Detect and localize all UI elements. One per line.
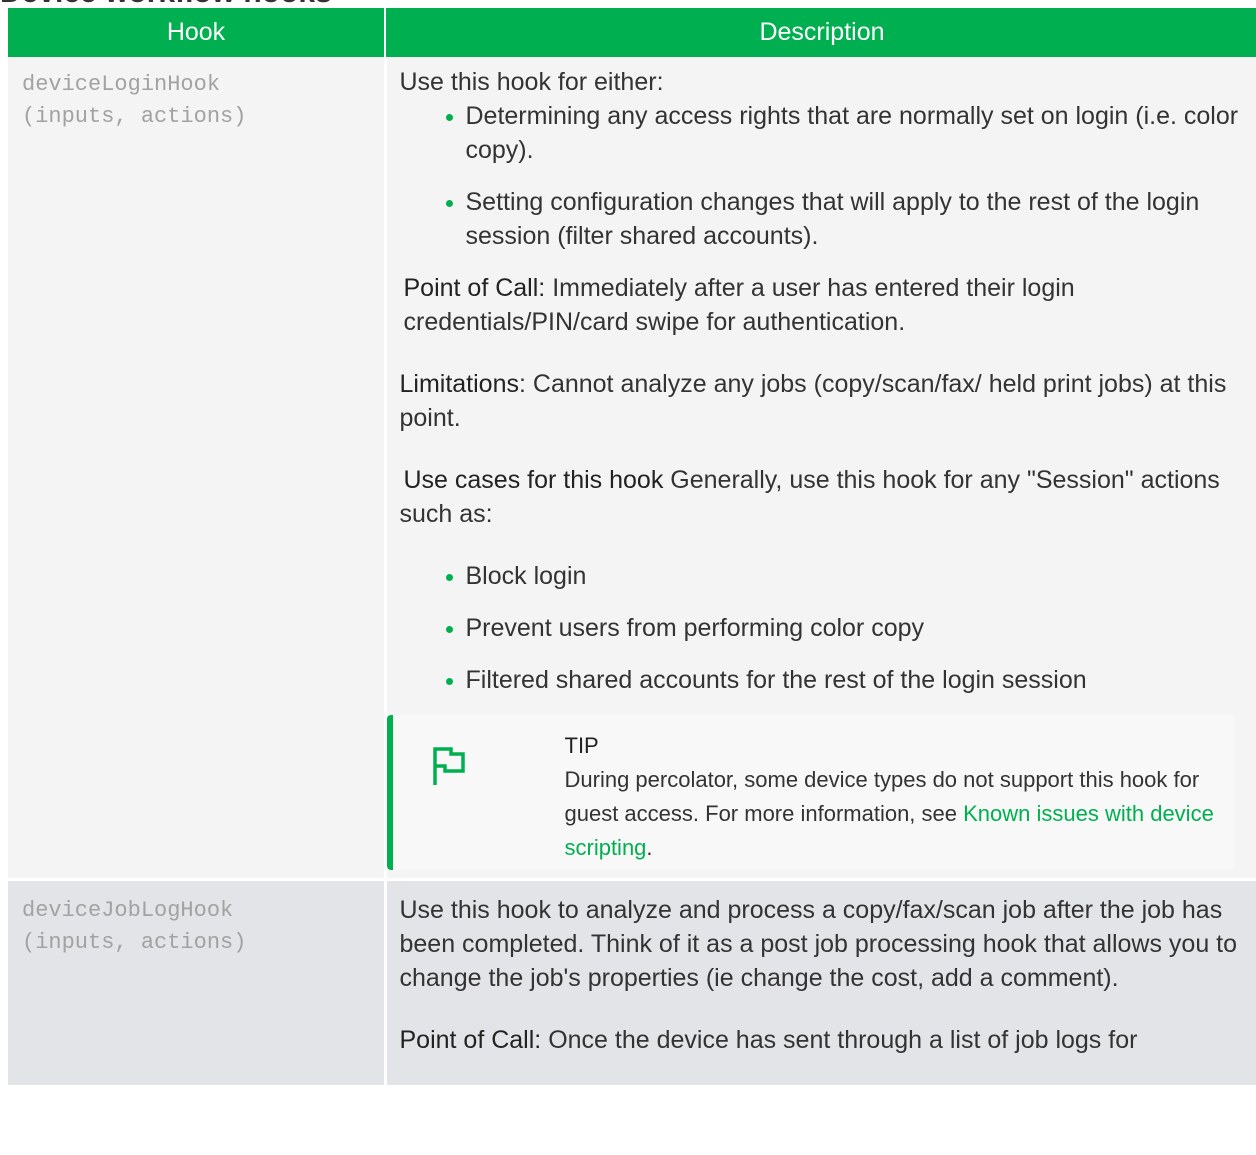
hook-params: (inputs, actions) — [22, 104, 247, 129]
hook-name: deviceLoginHook — [22, 72, 221, 97]
section-heading: Device workflow hooks — [0, 0, 600, 8]
bullet-icon — [445, 678, 453, 685]
list-item: Prevent users from performing color copy — [445, 611, 1251, 645]
tip-callout: TIP During percolator, some device types… — [386, 715, 1234, 870]
list-item: Setting configuration changes that will … — [445, 185, 1251, 253]
table-header-row: Hook Description — [8, 8, 1256, 57]
list-item: Determining any access rights that are n… — [445, 99, 1251, 167]
tip-body: TIP During percolator, some device types… — [565, 729, 1225, 865]
hook-name: deviceJobLogHook — [22, 898, 234, 923]
flag-icon — [432, 747, 465, 785]
bullet-icon — [445, 114, 453, 121]
tip-title: TIP — [564, 733, 599, 758]
table-row: deviceLoginHook (inputs, actions) Use th… — [8, 57, 1256, 881]
column-header-description: Description — [384, 8, 1256, 57]
bullet-icon — [445, 200, 453, 207]
list-item: Block login — [445, 559, 1251, 593]
use-cases: Use cases for this hook Generally, use t… — [399, 466, 1220, 528]
list-item: Filtered shared accounts for the rest of… — [445, 663, 1251, 697]
access-bullet-list: Determining any access rights that are n… — [400, 99, 1251, 253]
table-row: deviceJobLogHook (inputs, actions) Use t… — [8, 879, 1256, 1085]
use-case-bullet-list: Block login Prevent users from performin… — [400, 559, 1251, 697]
point-of-call: Point of Call: Immediately after a user … — [403, 274, 1075, 336]
hook-params: (inputs, actions) — [22, 930, 247, 955]
column-header-hook: Hook — [8, 8, 385, 57]
tip-text: During percolator, some device types do … — [564, 767, 1214, 860]
hooks-table: Hook Description deviceLoginHook (inputs… — [8, 8, 1256, 1085]
bullet-icon — [445, 574, 453, 581]
hook-cell: deviceLoginHook (inputs, actions) — [8, 57, 387, 881]
intro-text: Use this hook to analyze and process a c… — [399, 896, 1238, 992]
intro-text: Use this hook for either: — [399, 68, 664, 96]
description-cell: Use this hook for either: Determining an… — [385, 57, 1256, 881]
bullet-icon — [445, 626, 453, 633]
description-cell: Use this hook to analyze and process a c… — [385, 879, 1256, 1085]
limitations: Limitations: Cannot analyze any jobs (co… — [399, 370, 1227, 432]
hook-cell: deviceJobLogHook (inputs, actions) — [8, 879, 387, 1085]
point-of-call: Point of Call: Once the device has sent … — [399, 1026, 1138, 1054]
